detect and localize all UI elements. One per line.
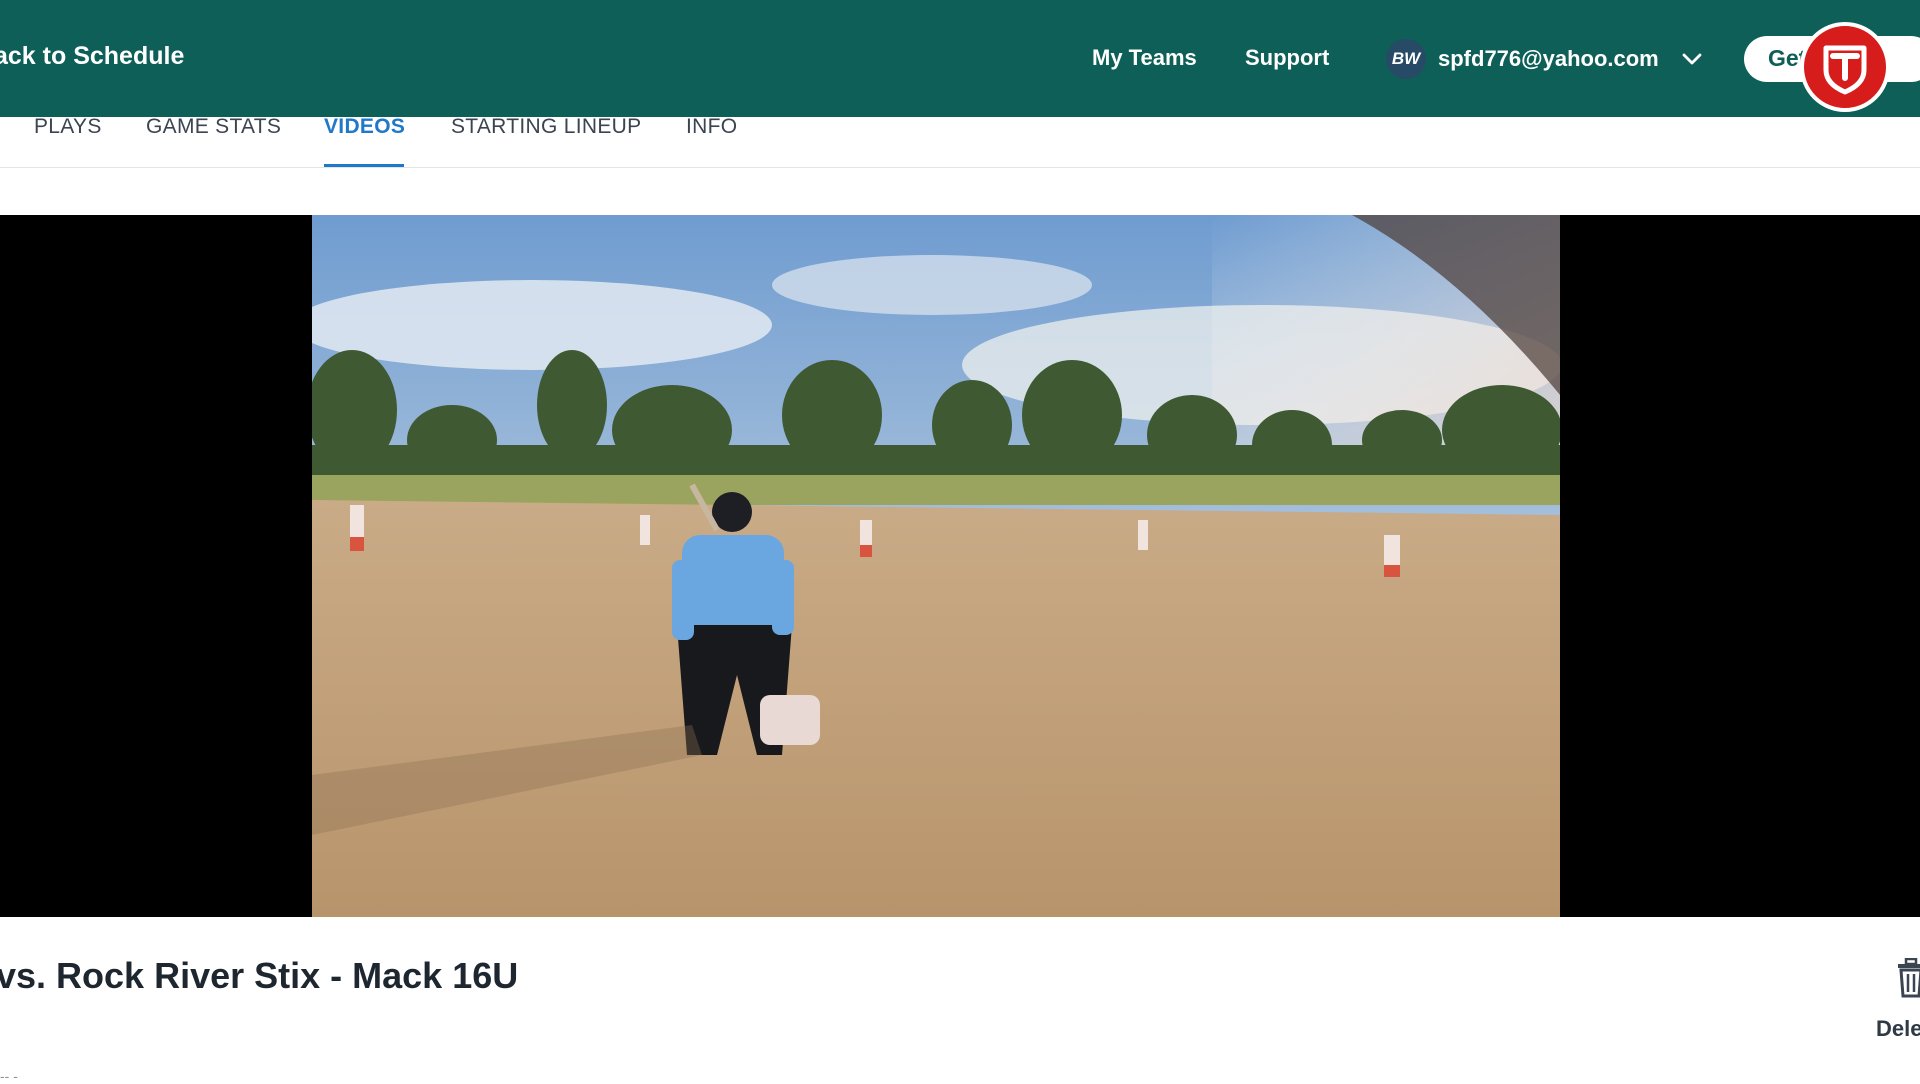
user-menu[interactable]: BW spfd776@yahoo.com (1386, 36, 1703, 82)
video-player[interactable] (0, 215, 1920, 917)
game-tabs: PLAYS GAME STATS VIDEOS STARTING LINEUP … (0, 115, 1920, 168)
tab-starting-lineup[interactable]: STARTING LINEUP (451, 115, 642, 167)
nav-support[interactable]: Support (1245, 45, 1329, 71)
tab-starting-lineup-label: STARTING LINEUP (451, 115, 642, 138)
tab-info[interactable]: INFO (686, 115, 742, 167)
tab-videos-label: VIDEOS (324, 115, 406, 138)
tab-plays[interactable]: PLAYS (34, 115, 102, 167)
tab-info-label: INFO (686, 115, 738, 138)
tab-game-stats[interactable]: GAME STATS (146, 115, 282, 167)
avatar: BW (1386, 39, 1426, 79)
shield-record-icon[interactable] (1800, 22, 1890, 112)
chevron-down-icon (1681, 48, 1703, 70)
delete-label: Dele (1876, 1016, 1920, 1041)
tab-plays-label: PLAYS (34, 115, 102, 138)
top-navigation-bar: ack to Schedule My Teams Support BW spfd… (0, 0, 1920, 117)
tab-game-stats-label: GAME STATS (146, 115, 282, 138)
user-email: spfd776@yahoo.com (1438, 46, 1659, 71)
trash-icon (1896, 957, 1920, 1003)
nav-my-teams[interactable]: My Teams (1092, 45, 1197, 71)
delete-video-button[interactable]: Dele (1872, 957, 1920, 1048)
video-frame[interactable] (312, 215, 1560, 917)
back-to-schedule-link[interactable]: ack to Schedule (0, 42, 184, 71)
video-title: vs. Rock River Stix - Mack 16U (0, 955, 519, 996)
tab-videos[interactable]: VIDEOS (324, 115, 406, 167)
video-meta-text: -- - (0, 1068, 18, 1084)
softball-game-scene (312, 215, 1560, 917)
